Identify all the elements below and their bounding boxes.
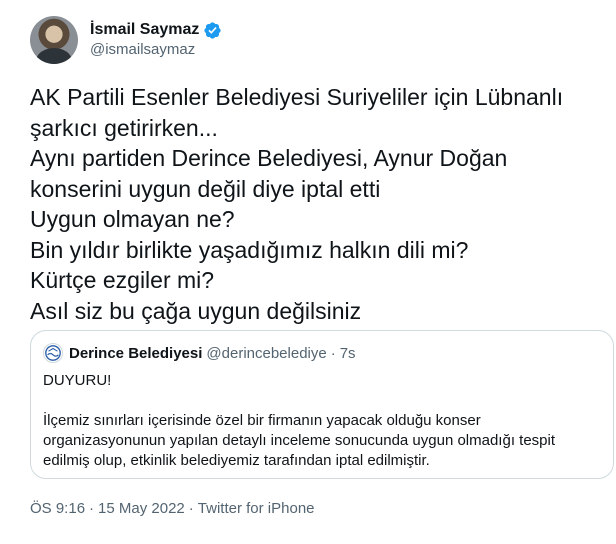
footer-separator: · <box>188 500 194 517</box>
tweet-text-line: Uygun olmayan ne? <box>30 206 235 232</box>
quoted-handle[interactable]: @derincebelediye <box>206 345 326 362</box>
tweet-text-line: Asıl siz bu çağa uygun değilsiniz <box>30 297 362 324</box>
tweet-header: İsmail Saymaz @ismailsaymaz <box>30 16 222 64</box>
tweet-footer: ÖS 9:16 · 15 May 2022 · Twitter for iPho… <box>30 500 315 517</box>
quoted-heading: DUYURU! <box>43 372 112 389</box>
quoted-paragraph-gap <box>43 391 601 411</box>
quoted-body-line: edilmiş olup, etkinlik belediyemiz taraf… <box>43 452 430 469</box>
tweet-time[interactable]: ÖS 9:16 <box>30 500 85 517</box>
author-display-name[interactable]: İsmail Saymaz <box>90 20 199 40</box>
quoted-tweet[interactable]: Derince Belediyesi @derincebelediye · 7s… <box>30 330 614 479</box>
tweet-text: AK Partili Esenler Belediyesi Suriyelile… <box>30 82 600 326</box>
quoted-body-line: organizasyonunun yapılan detaylı incelem… <box>43 432 556 449</box>
quoted-timestamp[interactable]: 7s <box>340 345 356 362</box>
tweet-date[interactable]: 15 May 2022 <box>98 500 185 517</box>
tweet-text-line: Aynı partiden Derince Belediyesi, Aynur … <box>30 145 508 171</box>
quoted-separator: · <box>330 344 336 362</box>
footer-separator: · <box>89 500 95 517</box>
verified-badge-icon <box>203 21 222 40</box>
quoted-body-line: İlçemiz sınırları içerisinde özel bir fi… <box>43 412 481 429</box>
tweet-text-line: Bin yıldır birlikte yaşadığımız halkın d… <box>30 236 469 263</box>
tweet-text-line: şarkıcı getirirken... <box>30 114 218 141</box>
author-name-row: İsmail Saymaz <box>90 20 222 40</box>
tweet-card: İsmail Saymaz @ismailsaymaz AK Partili E… <box>0 0 616 544</box>
author-handle[interactable]: @ismailsaymaz <box>90 40 222 60</box>
tweet-text-line: AK Partili Esenler Belediyesi Suriyelile… <box>30 84 564 110</box>
author-names: İsmail Saymaz @ismailsaymaz <box>90 20 222 60</box>
quoted-display-name[interactable]: Derince Belediyesi <box>69 345 202 362</box>
municipality-logo-icon <box>43 343 63 363</box>
author-avatar[interactable] <box>30 16 78 64</box>
quoted-text: DUYURU! İlçemiz sınırları içerisinde öze… <box>43 371 601 471</box>
quoted-tweet-header: Derince Belediyesi @derincebelediye · 7s <box>43 343 601 363</box>
tweet-source[interactable]: Twitter for iPhone <box>198 500 315 517</box>
tweet-text-line: Kürtçe ezgiler mi? <box>30 267 215 293</box>
tweet-text-line: konserini uygun değil diye iptal etti <box>30 175 381 202</box>
